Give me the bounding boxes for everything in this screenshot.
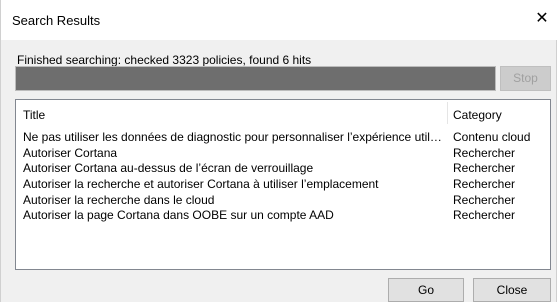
result-title: Autoriser la recherche et autoriser Cort… [23, 177, 379, 192]
result-title: Autoriser Cortana [23, 145, 118, 160]
result-row[interactable]: Autoriser Cortana au-dessus de l’écran d… [16, 161, 550, 177]
progress-bar [15, 66, 496, 91]
result-title: Autoriser Cortana au-dessus de l’écran d… [23, 161, 314, 176]
result-category: Rechercher [453, 177, 516, 192]
result-title: Autoriser la recherche dans le cloud [23, 192, 215, 207]
result-title: Autoriser la page Cortana dans OOBE sur … [23, 208, 334, 223]
result-row[interactable]: Autoriser Cortana Rechercher [16, 146, 550, 162]
column-header-title[interactable]: Title [23, 108, 45, 122]
go-button[interactable]: Go [388, 278, 464, 302]
result-category: Rechercher [453, 161, 516, 176]
results-rows: Ne pas utiliser les données de diagnosti… [16, 130, 550, 224]
status-text: Finished searching: checked 3323 policie… [17, 53, 312, 67]
list-header: Title Category [16, 100, 550, 124]
stop-button[interactable]: Stop [500, 66, 551, 91]
close-button[interactable]: Close [473, 278, 551, 302]
result-category: Rechercher [453, 192, 516, 207]
result-category: Rechercher [453, 145, 516, 160]
window-title: Search Results [12, 13, 101, 28]
result-title: Ne pas utiliser les données de diagnosti… [23, 130, 443, 144]
search-results-window: Search Results ✕ Finished searching: che… [0, 0, 557, 302]
column-header-category[interactable]: Category [453, 108, 502, 122]
column-divider[interactable] [447, 102, 448, 124]
result-row[interactable]: Autoriser la page Cortana dans OOBE sur … [16, 208, 550, 224]
result-category: Contenu cloud [453, 130, 531, 144]
result-row[interactable]: Ne pas utiliser les données de diagnosti… [16, 130, 550, 146]
result-row[interactable]: Autoriser la recherche et autoriser Cort… [16, 177, 550, 193]
results-list[interactable]: Title Category Ne pas utiliser les donné… [15, 99, 551, 270]
progress-fill [16, 67, 495, 90]
result-category: Rechercher [453, 208, 516, 223]
close-icon[interactable]: ✕ [532, 8, 552, 30]
result-row[interactable]: Autoriser la recherche dans le cloud Rec… [16, 193, 550, 209]
title-bar: Search Results ✕ [1, 0, 557, 40]
